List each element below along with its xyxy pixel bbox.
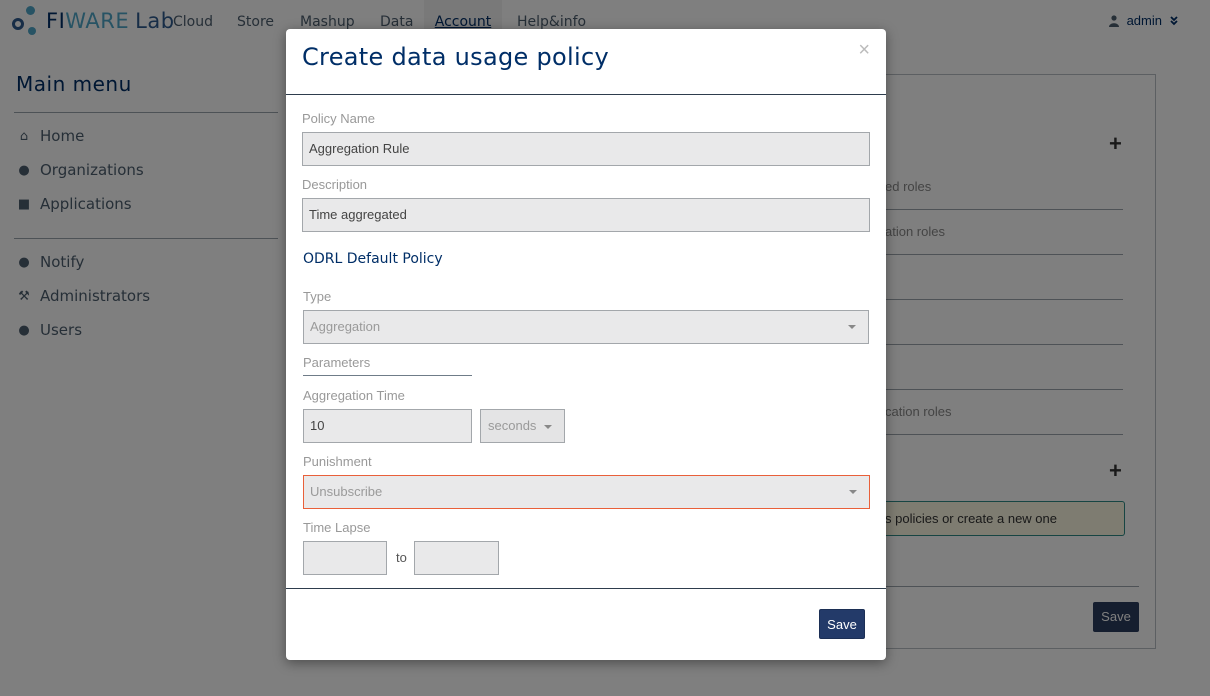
- punishment-select[interactable]: Unsubscribe: [303, 475, 870, 509]
- create-policy-modal: Create data usage policy × Policy Name A…: [286, 29, 886, 660]
- aggregation-time-label: Aggregation Time: [303, 388, 405, 403]
- description-label: Description: [302, 177, 368, 192]
- modal-footer-divider: [286, 588, 886, 589]
- description-input[interactable]: Time aggregated: [302, 198, 870, 232]
- save-button[interactable]: Save: [819, 609, 865, 639]
- caret-down-icon: [848, 325, 856, 329]
- policy-name-label: Policy Name: [302, 111, 375, 126]
- type-select-value: Aggregation: [310, 319, 381, 334]
- time-lapse-from-input[interactable]: [303, 541, 387, 575]
- aggregation-unit-select[interactable]: seconds: [480, 409, 565, 443]
- parameters-divider: [303, 375, 472, 376]
- caret-down-icon: [849, 490, 857, 494]
- parameters-label: Parameters: [303, 355, 371, 370]
- caret-down-icon: [544, 425, 552, 429]
- odrl-section-title: ODRL Default Policy: [303, 251, 443, 267]
- close-icon[interactable]: ×: [858, 39, 870, 61]
- type-select[interactable]: Aggregation: [303, 310, 869, 344]
- time-lapse-to-input[interactable]: [414, 541, 499, 575]
- punishment-label: Punishment: [303, 454, 372, 469]
- aggregation-unit-value: seconds: [488, 418, 537, 433]
- time-lapse-label: Time Lapse: [303, 520, 371, 535]
- aggregation-time-input[interactable]: 10: [303, 409, 472, 443]
- policy-name-input[interactable]: Aggregation Rule: [302, 132, 870, 166]
- punishment-select-value: Unsubscribe: [310, 484, 383, 499]
- time-lapse-to-label: to: [396, 550, 407, 565]
- modal-title: Create data usage policy: [302, 43, 609, 71]
- type-label: Type: [303, 289, 332, 304]
- modal-header: Create data usage policy ×: [286, 29, 886, 95]
